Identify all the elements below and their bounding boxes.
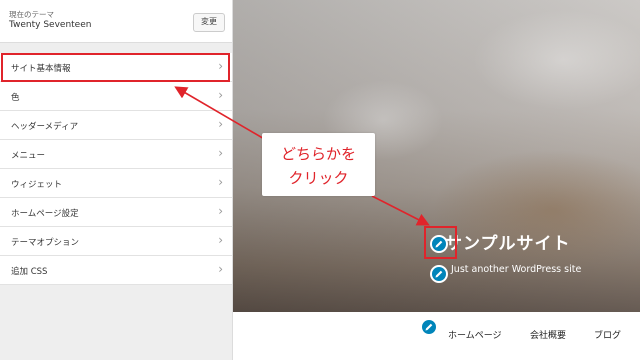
callout-line-2: クリック (288, 169, 349, 187)
instruction-callout: どちらかを クリック (262, 133, 375, 196)
arrow-to-menu (174, 86, 267, 141)
arrow-to-pencil (371, 195, 430, 226)
callout-line-1: どちらかを (280, 145, 356, 163)
